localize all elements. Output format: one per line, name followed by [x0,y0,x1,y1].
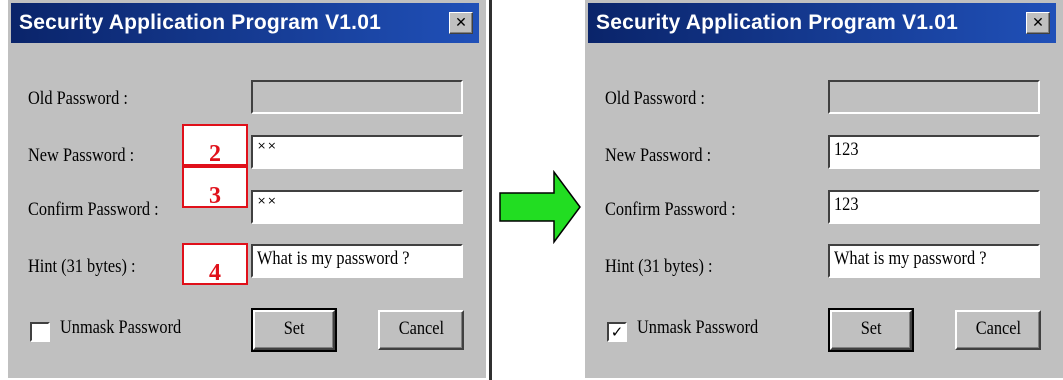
title-bar: Security Application Program V1.01 ✕ [588,3,1056,43]
set-button-label: Set [860,318,882,339]
unmask-password-label: Unmask Password [60,317,182,338]
cancel-button-label: Cancel [398,318,444,339]
confirm-password-label: Confirm Password : [605,199,736,220]
right-arrow-icon [499,170,581,244]
hint-value: What is my password ? [834,248,987,269]
confirm-password-label: Confirm Password : [28,199,159,220]
confirm-password-field[interactable]: ×× [251,190,463,224]
set-button[interactable]: Set [828,308,914,352]
close-icon: ✕ [1032,15,1044,31]
unmask-password-checkbox[interactable] [30,322,50,342]
annotation-2: 2 [182,124,248,166]
hint-field[interactable]: What is my password ? [828,244,1040,278]
old-password-label: Old Password : [28,88,128,109]
security-dialog-unmasked: Security Application Program V1.01 ✕ Old… [585,0,1063,378]
security-dialog-masked: Security Application Program V1.01 ✕ Old… [8,0,486,378]
title-bar: Security Application Program V1.01 ✕ [11,3,479,43]
old-password-label: Old Password : [605,88,705,109]
unmask-password-label: Unmask Password [637,317,759,338]
new-password-label: New Password : [28,145,135,166]
old-password-field [828,80,1040,114]
new-password-field[interactable]: ×× [251,135,463,169]
cancel-button-label: Cancel [975,318,1021,339]
confirm-password-field[interactable]: 123 [828,190,1040,224]
new-password-label: New Password : [605,145,712,166]
annotation-4: 4 [182,243,248,285]
close-icon: ✕ [455,15,467,31]
annotation-3: 3 [182,166,248,208]
hint-field[interactable]: What is my password ? [251,244,463,278]
close-button[interactable]: ✕ [1026,12,1050,34]
unmask-password-checkbox[interactable]: ✓ [607,322,627,342]
hint-value: What is my password ? [257,248,410,269]
window-title: Security Application Program V1.01 [19,11,381,34]
confirm-password-value: ×× [257,194,278,207]
hint-label: Hint (31 bytes) : [28,256,136,277]
window-title: Security Application Program V1.01 [596,11,958,34]
check-mark-icon: ✓ [610,323,624,341]
confirm-password-value: 123 [834,194,859,215]
cancel-button[interactable]: Cancel [378,310,464,350]
cancel-button[interactable]: Cancel [955,310,1041,350]
new-password-value: 123 [834,139,859,160]
set-button-label: Set [283,318,305,339]
close-button[interactable]: ✕ [449,12,473,34]
new-password-field[interactable]: 123 [828,135,1040,169]
divider-line [489,0,492,380]
old-password-field [251,80,463,114]
set-button[interactable]: Set [251,308,337,352]
hint-label: Hint (31 bytes) : [605,256,713,277]
new-password-value: ×× [257,139,278,152]
